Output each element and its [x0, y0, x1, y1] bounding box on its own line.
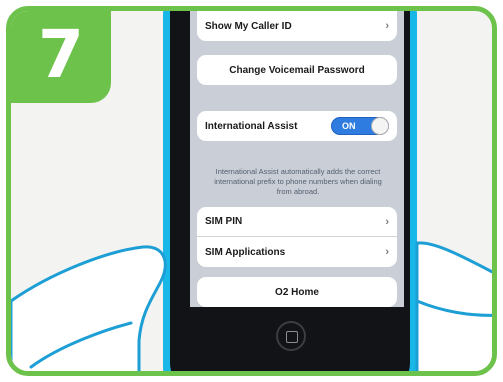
- left-hand: [11, 245, 167, 371]
- step-badge: 7: [11, 11, 111, 103]
- step-number: 7: [38, 16, 84, 93]
- tutorial-frame: Show My Caller ID › Change Voicemail Pas…: [6, 6, 497, 376]
- right-hand: [415, 241, 492, 371]
